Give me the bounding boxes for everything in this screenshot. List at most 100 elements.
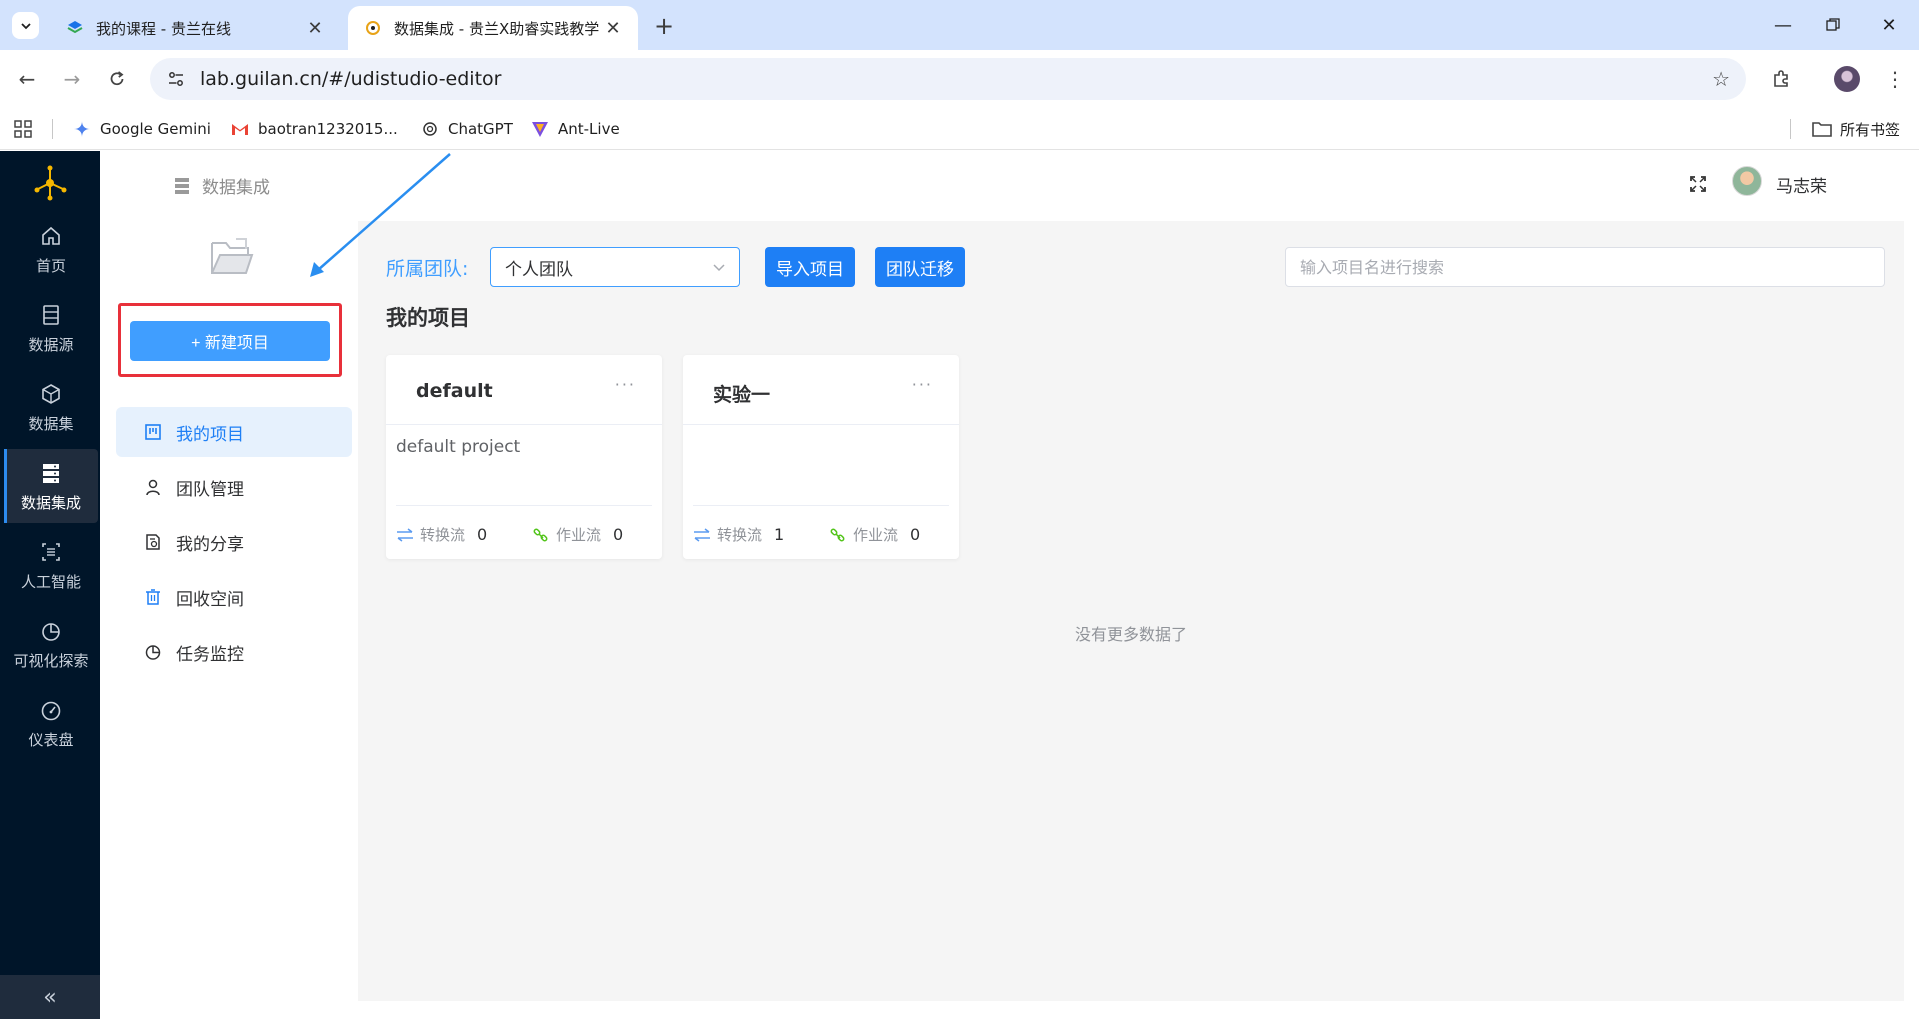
tab-close-icon[interactable]: ✕ <box>602 17 624 39</box>
rail-item-ai[interactable]: 人工智能 <box>4 528 98 602</box>
all-bookmarks-folder[interactable]: 所有书签 <box>1812 116 1900 142</box>
project-name: 实验一 <box>713 384 771 406</box>
browser-tab-data-integration[interactable]: 数据集成 - 贵兰X助睿实践教学 ✕ <box>348 6 638 50</box>
project-icon <box>144 423 162 441</box>
rail-label: 人工智能 <box>20 572 81 591</box>
menu-label: 团队管理 <box>176 479 244 500</box>
minimize-icon[interactable]: — <box>1760 8 1806 42</box>
menu-label: 任务监控 <box>176 644 244 665</box>
rail-label: 数据集 <box>28 414 74 433</box>
extensions-puzzle-icon[interactable] <box>1766 64 1796 94</box>
bookmark-chatgpt[interactable]: ChatGPT <box>420 116 513 142</box>
project-search-input[interactable] <box>1285 247 1885 287</box>
fullscreen-icon[interactable] <box>1686 172 1710 196</box>
menu-item-my-projects[interactable]: 我的项目 <box>116 407 352 457</box>
job-flow-icon <box>829 526 847 544</box>
monitor-icon <box>144 643 162 661</box>
card-header: 实验一 ··· <box>683 355 959 425</box>
menu-item-team-management[interactable]: 团队管理 <box>116 462 352 512</box>
site-settings-icon[interactable] <box>156 70 196 88</box>
new-tab-plus-icon[interactable]: + <box>650 12 678 40</box>
open-folder-icon <box>208 235 256 279</box>
share-icon <box>144 533 162 551</box>
bookmark-google-gemini[interactable]: Google Gemini <box>72 116 211 142</box>
collapse-rail-icon[interactable]: « <box>0 975 100 1019</box>
rail-item-datasource[interactable]: 数据源 <box>4 291 98 365</box>
rail-item-dashboard[interactable]: 仪表盘 <box>4 686 98 760</box>
bookmark-label: baotran1232015... <box>258 120 398 138</box>
chevron-down-icon <box>711 259 727 275</box>
app-root: 首页 数据源 数据集 数据集成 人工智能 可视化探索 仪表盘 « 数据集成 马志… <box>0 151 1919 1019</box>
browser-tab-courses[interactable]: 我的课程 - 贵兰在线 ✕ <box>50 6 340 50</box>
project-card[interactable]: 实验一 ··· 转换流 1 作业流 0 <box>683 355 959 559</box>
reload-icon[interactable] <box>102 64 132 94</box>
forward-arrow-icon[interactable]: → <box>57 64 87 94</box>
rail-label: 仪表盘 <box>28 730 74 749</box>
browser-tabstrip: 我的课程 - 贵兰在线 ✕ 数据集成 - 贵兰X助睿实践教学 ✕ + — ✕ <box>0 0 1919 50</box>
folder-icon <box>1812 119 1832 139</box>
browser-toolbar: ← → lab.guilan.cn/#/udistudio-editor ☆ ⋮ <box>0 50 1919 108</box>
stat-label: 转换流 <box>420 526 466 544</box>
import-project-button[interactable]: 导入项目 <box>765 247 855 287</box>
back-arrow-icon[interactable]: ← <box>12 64 42 94</box>
project-side-panel: + 新建项目 我的项目 团队管理 我的分享 回收空间 任务监控 <box>100 221 358 1019</box>
rail-item-visual-explore[interactable]: 可视化探索 <box>4 607 98 681</box>
menu-item-my-shares[interactable]: 我的分享 <box>116 517 352 567</box>
no-more-data-text: 没有更多数据了 <box>1074 625 1187 644</box>
bookmark-gmail[interactable]: baotran1232015... <box>230 116 398 142</box>
team-select[interactable]: 个人团队 <box>490 247 740 287</box>
stack-layers-icon <box>64 17 86 39</box>
cube-icon <box>38 381 64 407</box>
datasource-icon <box>38 302 64 328</box>
rail-item-home[interactable]: 首页 <box>4 212 98 286</box>
tab-close-icon[interactable]: ✕ <box>304 17 326 39</box>
menu-item-task-monitor[interactable]: 任务监控 <box>116 627 352 677</box>
menu-label: 回收空间 <box>176 589 244 610</box>
ant-live-icon <box>530 119 550 139</box>
bookmarks-bar: Google Gemini baotran1232015... ChatGPT … <box>0 108 1919 150</box>
rail-item-data-integration[interactable]: 数据集成 <box>4 449 98 523</box>
window-close-icon[interactable]: ✕ <box>1866 8 1912 42</box>
more-vert-icon[interactable]: ⋮ <box>1880 64 1910 94</box>
page-right-gutter <box>1904 221 1919 1019</box>
bookmark-label: ChatGPT <box>448 120 513 138</box>
team-select-value: 个人团队 <box>505 259 573 280</box>
more-options-icon[interactable]: ··· <box>912 375 933 394</box>
user-icon <box>144 478 162 496</box>
team-migrate-button[interactable]: 团队迁移 <box>875 247 965 287</box>
new-project-button[interactable]: + 新建项目 <box>130 321 330 361</box>
more-options-icon[interactable]: ··· <box>615 375 636 394</box>
gmail-icon <box>230 119 250 139</box>
all-bookmarks-label: 所有书签 <box>1840 120 1901 139</box>
bookmark-ant-live[interactable]: Ant-Live <box>530 116 620 142</box>
profile-avatar-icon[interactable] <box>1832 64 1862 94</box>
restore-icon[interactable] <box>1810 8 1856 42</box>
job-stat: 作业流 0 <box>829 524 920 545</box>
app-logo-icon[interactable] <box>30 161 70 203</box>
menu-item-recycle-bin[interactable]: 回收空间 <box>116 572 352 622</box>
breadcrumb: 数据集成 <box>174 173 270 198</box>
section-title: 我的项目 <box>386 306 470 330</box>
transform-stat: 转换流 1 <box>693 524 784 545</box>
avatar[interactable] <box>1732 166 1762 196</box>
rail-item-dataset[interactable]: 数据集 <box>4 370 98 444</box>
rail-label: 可视化探索 <box>13 651 89 670</box>
username[interactable]: 马志荣 <box>1776 172 1827 197</box>
bookmark-star-icon[interactable]: ☆ <box>1712 67 1730 91</box>
stat-label: 转换流 <box>717 526 763 544</box>
address-bar[interactable]: lab.guilan.cn/#/udistudio-editor ☆ <box>150 58 1746 100</box>
card-footer: 转换流 1 作业流 0 <box>693 505 949 559</box>
ai-icon <box>38 539 64 565</box>
breadcrumb-label: 数据集成 <box>202 178 270 198</box>
main-content: 所属团队: 个人团队 导入项目 团队迁移 我的项目 default ··· de… <box>358 221 1904 1001</box>
stat-label: 作业流 <box>853 526 899 544</box>
project-card[interactable]: default ··· default project 转换流 0 作业流 0 <box>386 355 662 559</box>
server-icon <box>38 460 64 486</box>
bookmark-label: Google Gemini <box>100 120 211 138</box>
apps-grid-icon[interactable] <box>14 116 32 142</box>
tab-search-button[interactable] <box>12 12 39 39</box>
tab-title: 我的课程 - 贵兰在线 <box>96 19 231 38</box>
pie-icon <box>38 618 64 644</box>
server-icon <box>174 177 190 195</box>
tab-title: 数据集成 - 贵兰X助睿实践教学 <box>394 19 600 38</box>
